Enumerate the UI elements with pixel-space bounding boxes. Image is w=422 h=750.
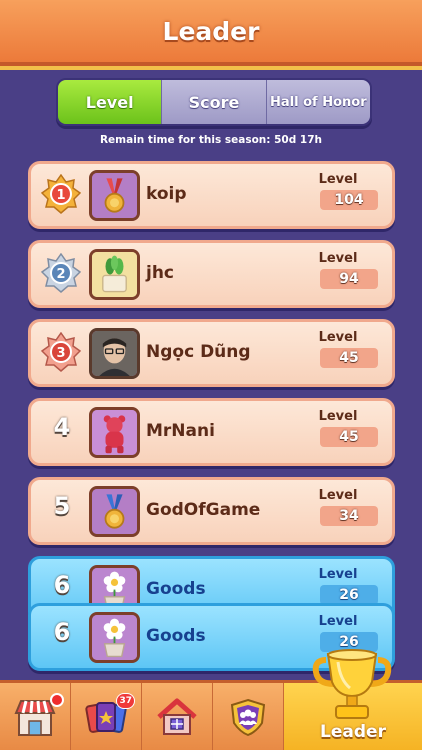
player-name: MrNani bbox=[146, 421, 215, 441]
leaderboard-row[interactable]: 1 koip Level 104 bbox=[28, 161, 395, 229]
notification-dot bbox=[50, 693, 64, 707]
rank-number: 5 bbox=[53, 492, 71, 520]
player-name: GodOfGame bbox=[146, 500, 261, 520]
rank-number: 6 bbox=[53, 618, 71, 646]
level-label: Level bbox=[318, 330, 358, 345]
person-photo bbox=[92, 331, 137, 376]
nav-home[interactable] bbox=[142, 683, 213, 750]
cards-badge: 37 bbox=[116, 693, 135, 709]
nav-leader-label: Leader bbox=[320, 722, 386, 742]
bear-figure-icon bbox=[92, 410, 137, 455]
player-name: koip bbox=[146, 184, 187, 204]
level-label: Level bbox=[318, 567, 358, 582]
player-name: Ngọc Dũng bbox=[146, 342, 251, 362]
rank-number: 3 bbox=[56, 346, 65, 361]
level-value: 34 bbox=[320, 506, 378, 526]
page-title: Leader bbox=[162, 16, 260, 46]
page-header: Leader bbox=[0, 0, 422, 66]
level-value: 94 bbox=[320, 269, 378, 289]
nav-shop[interactable] bbox=[0, 683, 71, 750]
nav-team[interactable] bbox=[213, 683, 284, 750]
level-value: 45 bbox=[320, 348, 378, 368]
tab-level[interactable]: Level bbox=[58, 80, 162, 124]
player-name: Goods bbox=[146, 626, 206, 646]
header-trim bbox=[0, 66, 422, 70]
rank-number: 4 bbox=[53, 413, 71, 441]
gold-rank-badge-icon: 1 bbox=[41, 174, 81, 214]
leaderboard-tabs: Level Score Hall of Honor bbox=[56, 78, 372, 126]
leaderboard-row[interactable]: 5 GodOfGame Level 34 bbox=[28, 477, 395, 545]
level-label: Level bbox=[318, 614, 358, 629]
flower-pot-icon bbox=[92, 615, 137, 660]
trophy-icon bbox=[312, 649, 392, 719]
leaderboard-row[interactable]: 3 Ngọc Dũng Level 45 bbox=[28, 319, 395, 387]
level-value: 26 bbox=[320, 585, 378, 605]
season-remaining-time: Remain time for this season: 50d 17h bbox=[99, 134, 323, 146]
avatar bbox=[89, 328, 140, 379]
silver-rank-badge-icon: 2 bbox=[41, 253, 81, 293]
level-value: 45 bbox=[320, 427, 378, 447]
level-label: Level bbox=[318, 488, 358, 503]
tab-hall-of-honor[interactable]: Hall of Honor bbox=[265, 80, 370, 124]
plant-pot-icon bbox=[92, 252, 137, 297]
medal-icon bbox=[92, 173, 137, 218]
avatar bbox=[89, 170, 140, 221]
rank-number: 2 bbox=[56, 267, 65, 282]
house-icon bbox=[157, 698, 197, 735]
level-label: Level bbox=[318, 251, 358, 266]
rank-number: 6 bbox=[53, 571, 71, 599]
leaderboard-row[interactable]: 4 MrNani Level 45 bbox=[28, 398, 395, 466]
avatar bbox=[89, 407, 140, 458]
level-value: 104 bbox=[320, 190, 378, 210]
nav-cards[interactable]: 37 bbox=[71, 683, 142, 750]
rank-number: 1 bbox=[56, 188, 65, 203]
level-label: Level bbox=[318, 172, 358, 187]
bronze-rank-badge-icon: 3 bbox=[41, 332, 81, 372]
avatar bbox=[89, 249, 140, 300]
avatar bbox=[89, 612, 140, 663]
player-name: Goods bbox=[146, 579, 206, 599]
player-name: jhc bbox=[146, 263, 175, 283]
medal-icon bbox=[92, 489, 137, 534]
level-label: Level bbox=[318, 409, 358, 424]
tab-score[interactable]: Score bbox=[161, 80, 266, 124]
team-shield-icon bbox=[230, 698, 266, 736]
leaderboard-row[interactable]: 2 jhc Level 94 bbox=[28, 240, 395, 308]
avatar bbox=[89, 486, 140, 537]
